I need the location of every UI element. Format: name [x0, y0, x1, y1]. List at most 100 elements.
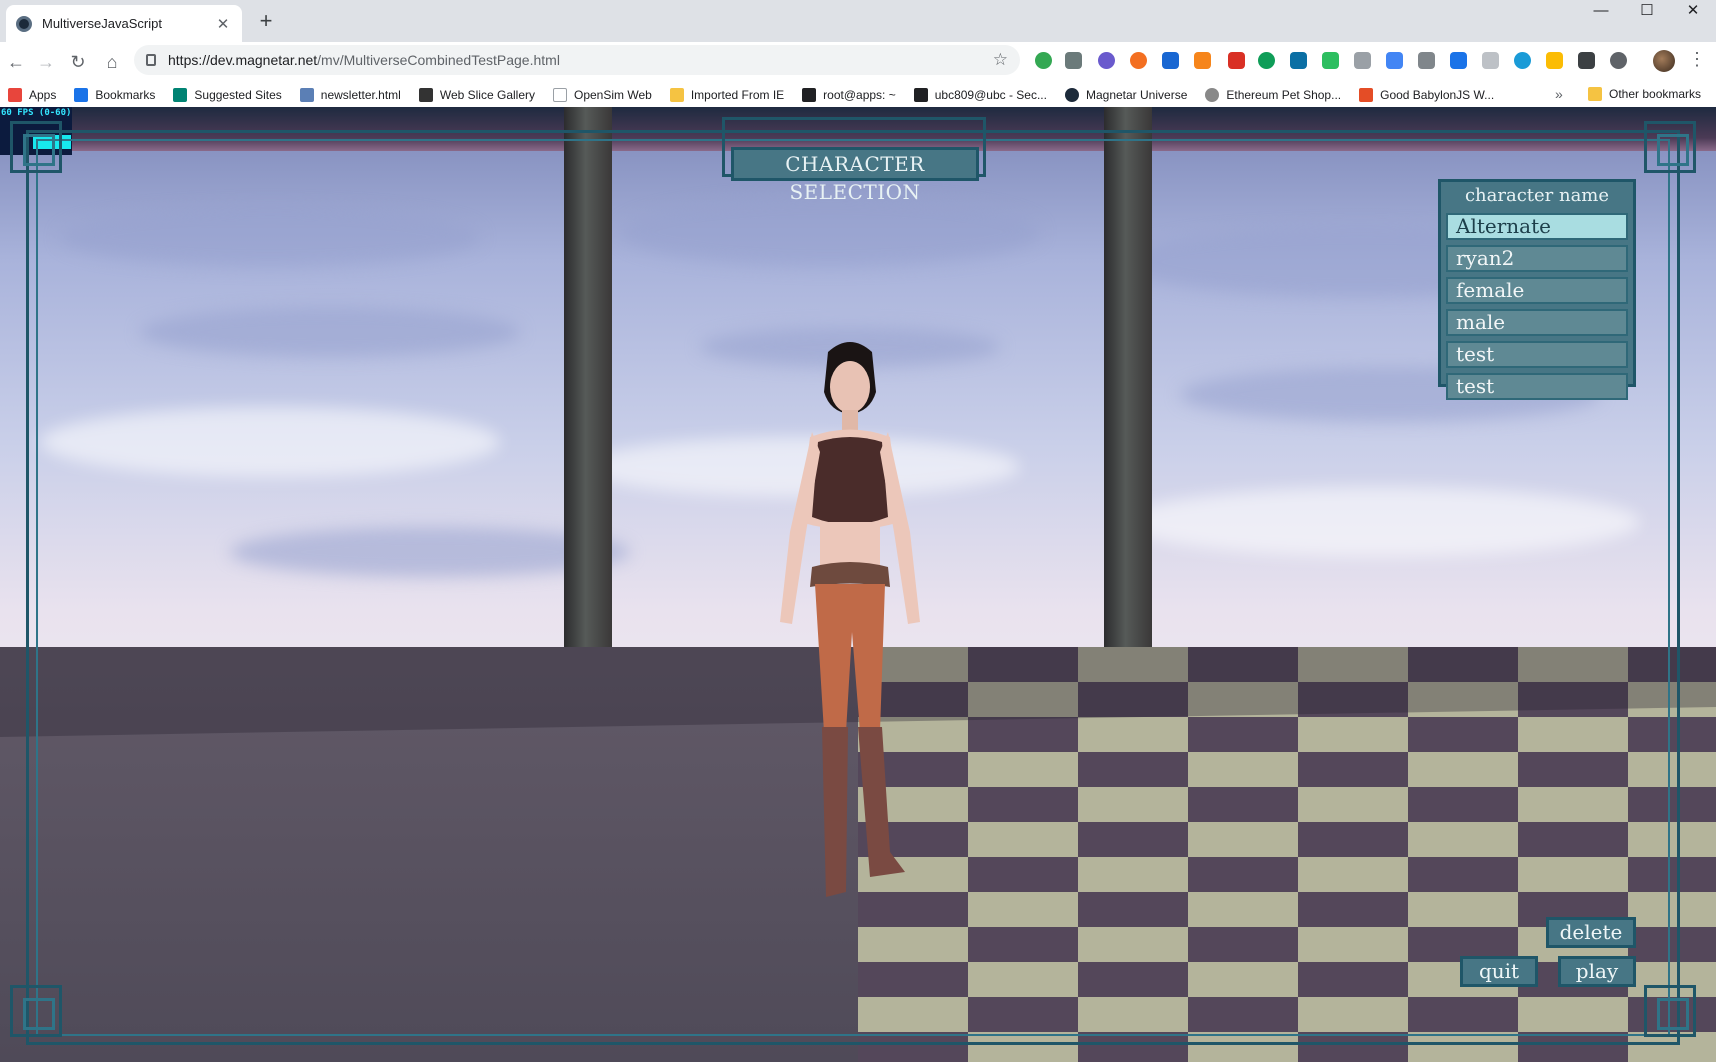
frame-corner-ornament: [1644, 121, 1696, 173]
character-item-test[interactable]: test: [1446, 341, 1628, 368]
bookmark-label: root@apps: ~: [823, 88, 896, 102]
translate-icon[interactable]: [1386, 52, 1403, 69]
character-item-male[interactable]: male: [1446, 309, 1628, 336]
extension-icon[interactable]: [1065, 52, 1082, 69]
address-bar[interactable]: https://dev.magnetar.net/mv/MultiverseCo…: [134, 45, 1020, 75]
frame-corner-ornament: [10, 121, 62, 173]
bookmark-ubc809[interactable]: ubc809@ubc - Sec...: [913, 88, 1047, 102]
reload-icon[interactable]: ↻: [64, 48, 92, 76]
bookmarks-overflow-button[interactable]: »: [1555, 86, 1563, 102]
frame-corner-ornament: [1644, 985, 1696, 1037]
bookmark-newsletter[interactable]: newsletter.html: [299, 88, 401, 102]
bookmark-imported-from-ie[interactable]: Imported From IE: [669, 88, 785, 102]
doc-icon: [553, 88, 567, 102]
character-item-alternate[interactable]: Alternate: [1446, 213, 1628, 240]
bookmark-label: ubc809@ubc - Sec...: [934, 88, 1047, 102]
url-host: https://dev.magnetar.net: [168, 52, 318, 68]
bookmark-apps[interactable]: Apps: [8, 88, 56, 102]
star-icon: [74, 88, 89, 102]
url-text: https://dev.magnetar.net/mv/MultiverseCo…: [168, 52, 993, 68]
quit-button[interactable]: quit: [1460, 956, 1538, 987]
terminal-icon: [913, 88, 928, 102]
bookmark-label: Apps: [29, 88, 57, 102]
screen-title: CHARACTER SELECTION: [731, 147, 979, 204]
magnetar-favicon-icon: [16, 15, 32, 32]
close-icon[interactable]: ✕: [214, 15, 232, 33]
bookmark-babylonjs[interactable]: Good BabylonJS W...: [1359, 88, 1494, 102]
extension-icon[interactable]: [1290, 52, 1307, 69]
bookmark-root-apps[interactable]: root@apps: ~: [802, 88, 896, 102]
browser-tab[interactable]: MultiverseJavaScript ✕: [6, 5, 242, 42]
extension-icon[interactable]: [1098, 52, 1115, 69]
frame-corner-ornament: [10, 985, 62, 1037]
minimize-button[interactable]: —: [1578, 0, 1624, 24]
code-icon[interactable]: [1354, 52, 1371, 69]
folder-icon: [1588, 87, 1602, 101]
bookmark-label: Suggested Sites: [194, 88, 282, 102]
home-icon[interactable]: ⌂: [98, 48, 126, 76]
webslice-icon: [418, 88, 433, 102]
extension-icon[interactable]: [1130, 52, 1147, 69]
bookmark-opensim-web[interactable]: OpenSim Web: [553, 88, 652, 102]
game-canvas[interactable]: 60 FPS (0-60) CHARACTER SELECTION charac…: [0, 107, 1716, 1062]
apps-grid-icon: [8, 88, 22, 102]
delete-button[interactable]: delete: [1546, 917, 1636, 948]
evernote-icon[interactable]: [1322, 52, 1339, 69]
character-item-female[interactable]: female: [1446, 277, 1628, 304]
extension-icon[interactable]: [1578, 52, 1595, 69]
bookmark-ethereum-pet-shop[interactable]: Ethereum Pet Shop...: [1205, 88, 1341, 102]
menu-dots-icon[interactable]: ⋮: [1688, 49, 1706, 70]
extension-icon[interactable]: [1546, 52, 1563, 69]
bookmark-label: Good BabylonJS W...: [1380, 88, 1495, 102]
maximize-button[interactable]: ☐: [1624, 0, 1670, 24]
character-list-header: character name: [1464, 185, 1610, 206]
play-button[interactable]: play: [1558, 956, 1636, 987]
extension-icon[interactable]: [1258, 52, 1275, 69]
new-tab-button[interactable]: +: [252, 8, 280, 36]
bookmark-label: Imported From IE: [690, 88, 785, 102]
bookmark-magnetar-universe[interactable]: Magnetar Universe: [1064, 88, 1188, 102]
extension-icon[interactable]: [1514, 52, 1531, 69]
bookmark-label: Ethereum Pet Shop...: [1226, 88, 1342, 102]
bing-icon: [173, 88, 188, 102]
extension-icon[interactable]: [1162, 52, 1179, 69]
tab-title: MultiverseJavaScript: [42, 16, 162, 31]
bookmark-bookmarks[interactable]: Bookmarks: [74, 88, 155, 102]
bookmark-label: Magnetar Universe: [1085, 88, 1188, 102]
character-item-ryan2[interactable]: ryan2: [1446, 245, 1628, 272]
bookmark-label: Bookmarks: [95, 88, 156, 102]
character-item-test[interactable]: test: [1446, 373, 1628, 400]
other-bookmarks[interactable]: Other bookmarks: [1588, 87, 1701, 101]
browser-toolbar: ← → ↻ ⌂ https://dev.magnetar.net/mv/Mult…: [0, 42, 1716, 114]
close-window-button[interactable]: ✕: [1670, 0, 1716, 24]
ethereum-icon: [1205, 88, 1220, 102]
extension-icon[interactable]: [1482, 52, 1499, 69]
profile-avatar[interactable]: [1653, 50, 1675, 72]
folder-icon: [669, 88, 684, 102]
other-bookmarks-label: Other bookmarks: [1609, 87, 1702, 101]
bookmark-label: OpenSim Web: [574, 88, 652, 102]
bookmark-label: Web Slice Gallery: [439, 88, 535, 102]
forward-arrow-icon[interactable]: →: [32, 48, 60, 76]
extension-icon[interactable]: [1228, 52, 1245, 69]
bookmark-suggested-sites[interactable]: Suggested Sites: [173, 88, 282, 102]
ui-frame-inner: [36, 139, 1670, 1036]
metamask-icon[interactable]: [1194, 52, 1211, 69]
bookmark-web-slice-gallery[interactable]: Web Slice Gallery: [418, 88, 535, 102]
extension-icon[interactable]: [1418, 52, 1435, 69]
lock-icon: [146, 54, 156, 66]
terminal-icon: [802, 88, 817, 102]
extension-icon[interactable]: [1450, 52, 1467, 69]
character-list-panel: character name Alternate ryan2 female ma…: [1438, 179, 1636, 400]
magnetar-icon: [1064, 88, 1079, 102]
fps-label: 60 FPS (0-60): [1, 108, 72, 118]
html5-icon: [1359, 88, 1374, 102]
page-icon: [299, 88, 314, 102]
url-path: /mv/MultiverseCombinedTestPage.html: [317, 52, 560, 68]
back-arrow-icon[interactable]: ←: [2, 48, 30, 76]
bookmark-star-icon[interactable]: ☆: [993, 50, 1008, 70]
tab-bar: MultiverseJavaScript ✕ + — ☐ ✕: [0, 0, 1716, 42]
extension-icon[interactable]: [1610, 52, 1627, 69]
bookmark-label: newsletter.html: [320, 88, 401, 102]
extension-icon[interactable]: [1035, 52, 1052, 69]
